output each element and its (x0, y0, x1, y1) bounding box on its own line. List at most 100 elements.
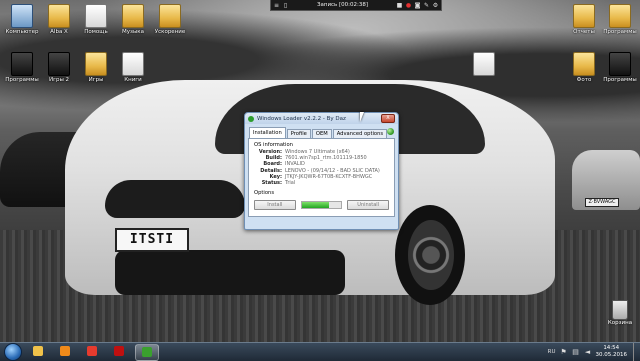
folder-icon (609, 4, 631, 28)
desktop-icon-label: Фото (576, 77, 592, 83)
desktop-icon[interactable]: Ускорение (150, 4, 190, 36)
windows-loader-window: Windows Loader v2.2.2 - By Daz X Install… (244, 112, 399, 230)
recorder-title: Запись [00:02:38] (316, 2, 369, 8)
computer-icon (11, 4, 33, 28)
dark-icon (11, 52, 33, 76)
desktop-icon[interactable] (464, 52, 504, 77)
desktop-icon-label: Помощь (84, 29, 108, 35)
desktop-icon[interactable]: Помощь (76, 4, 116, 36)
desktop-icon[interactable]: Программы (600, 4, 640, 36)
desktop-icon-label: Программы (5, 77, 39, 83)
right-car-plate: Z·BVWAGC (585, 198, 619, 207)
mouse-cursor-icon (360, 112, 368, 122)
tab-profile[interactable]: Profile (286, 129, 311, 138)
taskbar-apps (22, 343, 159, 361)
desktop-icon[interactable]: Отчеты (564, 4, 604, 36)
window-titlebar[interactable]: Windows Loader v2.2.2 - By Daz X (245, 113, 398, 124)
flag-icon[interactable]: ⚑ (560, 348, 568, 356)
desktop-icon-label: Ускорение (154, 29, 186, 35)
clock-date: 30.05.2016 (595, 352, 628, 358)
taskbar-media-player[interactable] (54, 344, 76, 359)
car-lower-grille (115, 250, 345, 295)
network-icon[interactable]: ▤ (572, 348, 580, 356)
record-icon[interactable]: ● (405, 2, 412, 9)
language-indicator[interactable]: RU (548, 348, 556, 356)
os-info-value: Trial (285, 180, 296, 187)
explorer-icon (33, 346, 43, 356)
recycle-bin-icon (612, 300, 628, 320)
os-info-key: Status: (261, 180, 282, 187)
progress-fill (301, 202, 330, 209)
uninstall-button[interactable]: Uninstall (347, 200, 390, 211)
desktop-icon-label: Alba X (50, 29, 68, 35)
stop-icon[interactable]: ■ (396, 2, 403, 9)
taskbar-explorer[interactable] (27, 344, 49, 359)
desktop-icon[interactable]: Программы (2, 52, 42, 84)
os-info-value: JTKJY-JKQWR-67T0B-KCXTF-BHWGC (285, 173, 373, 180)
recycle-bin-label: Корзина (607, 320, 633, 326)
car-plate: ITSTI (115, 228, 189, 252)
taskbar-yandex-browser[interactable] (81, 344, 103, 359)
pencil-icon[interactable]: ✎ (423, 2, 430, 9)
desktop-icon-label: Игры (88, 77, 104, 83)
progress-bar (300, 201, 343, 210)
desktop-icon[interactable]: Alba X (39, 4, 79, 36)
close-button[interactable]: X (381, 114, 395, 123)
menu-icon[interactable]: ≡ (273, 2, 280, 9)
desktop-icon[interactable]: Книги (113, 52, 153, 84)
desktop-icon[interactable]: Игры 2 (39, 52, 79, 84)
installation-panel: OS information Version: Windows 7 Ultimat… (248, 138, 395, 217)
doc-icon (85, 4, 107, 28)
start-button[interactable] (4, 343, 22, 361)
desktop-icon[interactable]: Игры (76, 52, 116, 84)
folder-icon (573, 4, 595, 28)
desktop-icon-label: Отчеты (573, 29, 595, 35)
windows-loader-icon (142, 347, 152, 357)
options-heading: Options (254, 190, 275, 197)
taskbar-windows-loader[interactable] (135, 343, 159, 361)
desktop-icon-label: Программы (603, 77, 637, 83)
desktop-icon-label: Компьютер (5, 29, 39, 35)
screen-recorder-bar: ≡ ▯ Запись [00:02:38] ■ ● ◙ ✎ ⚙ (270, 0, 442, 11)
volume-icon[interactable]: ◄ (584, 348, 592, 356)
desktop-icon-label: Музыка (122, 29, 144, 35)
install-button[interactable]: Install (254, 200, 296, 211)
desktop-icon-label: Игры 2 (48, 77, 70, 83)
recorder-icon (114, 346, 124, 356)
folder-icon (573, 52, 595, 76)
dark-icon (609, 52, 631, 76)
app-icon (248, 115, 254, 122)
os-info-row: Status: Trial (254, 180, 389, 186)
settings-icon[interactable]: ⚙ (432, 2, 439, 9)
recycle-bin[interactable]: Корзина (604, 300, 636, 326)
yandex-browser-icon (87, 346, 97, 356)
dark-icon (48, 52, 70, 76)
os-info-fields: Version: Windows 7 Ultimate (x64) Build: 76… (254, 149, 389, 186)
tab-oem[interactable]: OEM (311, 129, 332, 138)
desktop-icon[interactable]: Музыка (113, 4, 153, 36)
show-desktop-button[interactable] (633, 343, 640, 361)
car-rim (408, 220, 454, 290)
os-info-heading: OS information (254, 142, 293, 148)
desktop-icon-label: Программы (603, 29, 637, 35)
pause-icon[interactable]: ▯ (282, 2, 289, 9)
tab-bar: Installation Profile OEM Advanced option… (245, 127, 398, 138)
tab-advanced-options[interactable]: Advanced options (332, 129, 388, 138)
desktop-icon[interactable]: Фото (564, 52, 604, 84)
folder-icon (159, 4, 181, 28)
taskbar-recorder[interactable] (108, 344, 130, 359)
desktop-icon[interactable]: Компьютер (2, 4, 42, 36)
camera-icon[interactable]: ◙ (414, 2, 421, 9)
options-row: Install Uninstall (254, 200, 390, 211)
car-grille (105, 180, 245, 218)
clock[interactable]: 14:54 30.05.2016 (596, 345, 628, 359)
folder-icon (85, 52, 107, 76)
tab-installation[interactable]: Installation (249, 127, 286, 138)
taskbar: RU ⚑ ▤ ◄ 14:54 30.05.2016 (0, 342, 640, 361)
desktop-icon-label: Книги (124, 77, 142, 83)
doc-icon (122, 52, 144, 76)
doc-icon (473, 52, 495, 76)
desktop-icon[interactable]: Программы (600, 52, 640, 84)
clock-time: 14:54 (603, 345, 620, 351)
folder-icon (122, 4, 144, 28)
